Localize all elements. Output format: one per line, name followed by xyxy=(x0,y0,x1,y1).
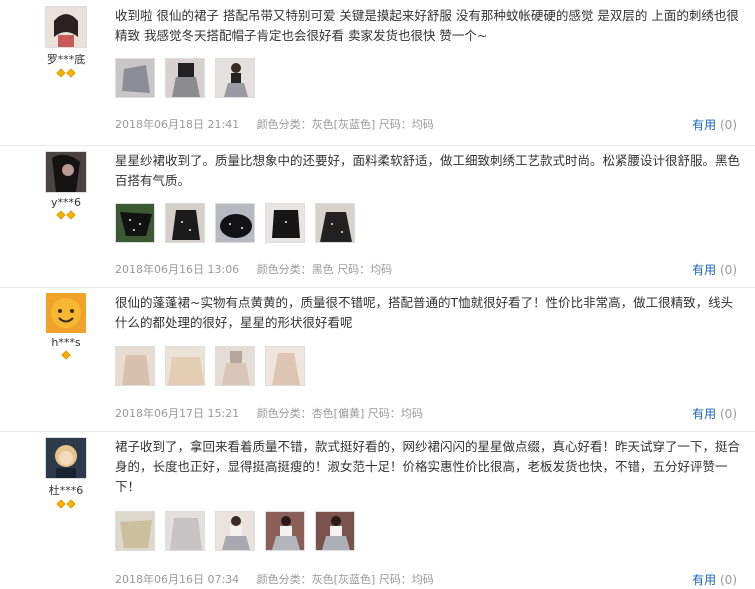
review-photo[interactable] xyxy=(265,511,305,551)
level-badges xyxy=(44,350,88,361)
avatar[interactable] xyxy=(45,6,87,48)
review-photo[interactable] xyxy=(265,346,305,386)
review-photo[interactable] xyxy=(265,203,305,243)
review-photo[interactable] xyxy=(215,346,255,386)
diamond-icon xyxy=(66,499,76,509)
diamond-icon xyxy=(61,350,71,360)
avatar[interactable] xyxy=(46,293,86,333)
review-date: 2018年06月18日 21:41 xyxy=(115,118,240,131)
reviewer-name: y***6 xyxy=(50,196,81,209)
review-date: 2018年06月17日 15:21 xyxy=(115,407,240,420)
review-meta: 2018年06月18日 21:41 颜色分类：灰色[灰蓝色] 尺码：均码 xyxy=(115,116,448,132)
reviewer: h***s xyxy=(44,293,88,361)
review-meta: 2018年06月16日 13:06 颜色分类：黑色 尺码：均码 xyxy=(115,261,406,277)
review-item: 杜***6 裙子收到了，拿回来看着质量不错，款式挺好看的，网纱裙闪闪的星星做点缀… xyxy=(0,431,755,589)
review-text: 收到啦 很仙的裙子 搭配吊带又特别可爱 关键是摸起来好舒服 没有那种蚊帐硬硬的感… xyxy=(115,8,739,43)
useful-counter: 有用 (0) xyxy=(692,263,737,277)
sku-info: 颜色分类：杏色[偏黄] 尺码：均码 xyxy=(256,407,423,420)
review-photo[interactable] xyxy=(165,346,205,386)
review-photo[interactable] xyxy=(165,511,205,551)
avatar[interactable] xyxy=(45,151,87,193)
reviewer: 杜***6 xyxy=(44,437,88,510)
review-photo[interactable] xyxy=(315,203,355,243)
review-photo[interactable] xyxy=(165,58,205,98)
reviewer-name: 罗***底 xyxy=(46,53,86,66)
review-text: 很仙的蓬蓬裙~实物有点黄黄的，质量很不错呢，搭配普通的T恤就很好看了！性价比非常… xyxy=(115,295,734,330)
review-photo[interactable] xyxy=(315,511,355,551)
reviewer-name: 杜***6 xyxy=(48,484,84,497)
review-photo[interactable] xyxy=(115,511,155,551)
useful-button[interactable]: 有用 xyxy=(692,573,716,587)
reviewer: y***6 xyxy=(44,151,88,221)
level-badges xyxy=(44,68,88,79)
review-meta: 2018年06月17日 15:21 颜色分类：杏色[偏黄] 尺码：均码 xyxy=(115,405,437,421)
sku-info: 颜色分类：灰色[灰蓝色] 尺码：均码 xyxy=(256,573,434,586)
review-photo[interactable] xyxy=(215,511,255,551)
review-text: 星星纱裙收到了。质量比想象中的还要好，面料柔软舒适，做工细致刺绣工艺款式时尚。松… xyxy=(115,153,741,188)
review-meta: 2018年06月16日 07:34 颜色分类：灰色[灰蓝色] 尺码：均码 xyxy=(115,571,448,587)
review-photo[interactable] xyxy=(215,58,255,98)
review-photo[interactable] xyxy=(115,203,155,243)
useful-button[interactable]: 有用 xyxy=(692,118,716,132)
review-date: 2018年06月16日 13:06 xyxy=(115,263,240,276)
diamond-icon xyxy=(56,499,66,509)
diamond-icon xyxy=(66,210,76,220)
review-photo[interactable] xyxy=(215,203,255,243)
review-item: h***s 很仙的蓬蓬裙~实物有点黄黄的，质量很不错呢，搭配普通的T恤就很好看了… xyxy=(0,287,755,432)
review-photos xyxy=(115,511,355,551)
useful-counter: 有用 (0) xyxy=(692,407,737,421)
reviewer-name: h***s xyxy=(51,336,81,349)
level-badges xyxy=(44,210,88,221)
reviewer: 罗***底 xyxy=(44,6,88,79)
useful-counter: 有用 (0) xyxy=(692,118,737,132)
useful-button[interactable]: 有用 xyxy=(692,407,716,421)
diamond-icon xyxy=(56,68,66,78)
useful-button[interactable]: 有用 xyxy=(692,263,716,277)
avatar[interactable] xyxy=(45,437,87,479)
review-item: y***6 星星纱裙收到了。质量比想象中的还要好，面料柔软舒适，做工细致刺绣工艺… xyxy=(0,145,755,288)
review-date: 2018年06月16日 07:34 xyxy=(115,573,240,586)
review-item: 罗***底 收到啦 很仙的裙子 搭配吊带又特别可爱 关键是摸起来好舒服 没有那种… xyxy=(0,0,755,146)
review-text: 裙子收到了，拿回来看着质量不错，款式挺好看的，网纱裙闪闪的星星做点缀，真心好看！… xyxy=(115,439,741,494)
level-badges xyxy=(44,499,88,510)
sku-info: 颜色分类：灰色[灰蓝色] 尺码：均码 xyxy=(256,118,434,131)
sku-info: 颜色分类：黑色 尺码：均码 xyxy=(256,263,393,276)
review-photos xyxy=(115,58,255,98)
diamond-icon xyxy=(56,210,66,220)
review-photo[interactable] xyxy=(115,58,155,98)
review-photo[interactable] xyxy=(115,346,155,386)
review-photos xyxy=(115,346,305,386)
review-photos xyxy=(115,203,355,243)
diamond-icon xyxy=(66,68,76,78)
useful-counter: 有用 (0) xyxy=(692,573,737,587)
review-photo[interactable] xyxy=(165,203,205,243)
